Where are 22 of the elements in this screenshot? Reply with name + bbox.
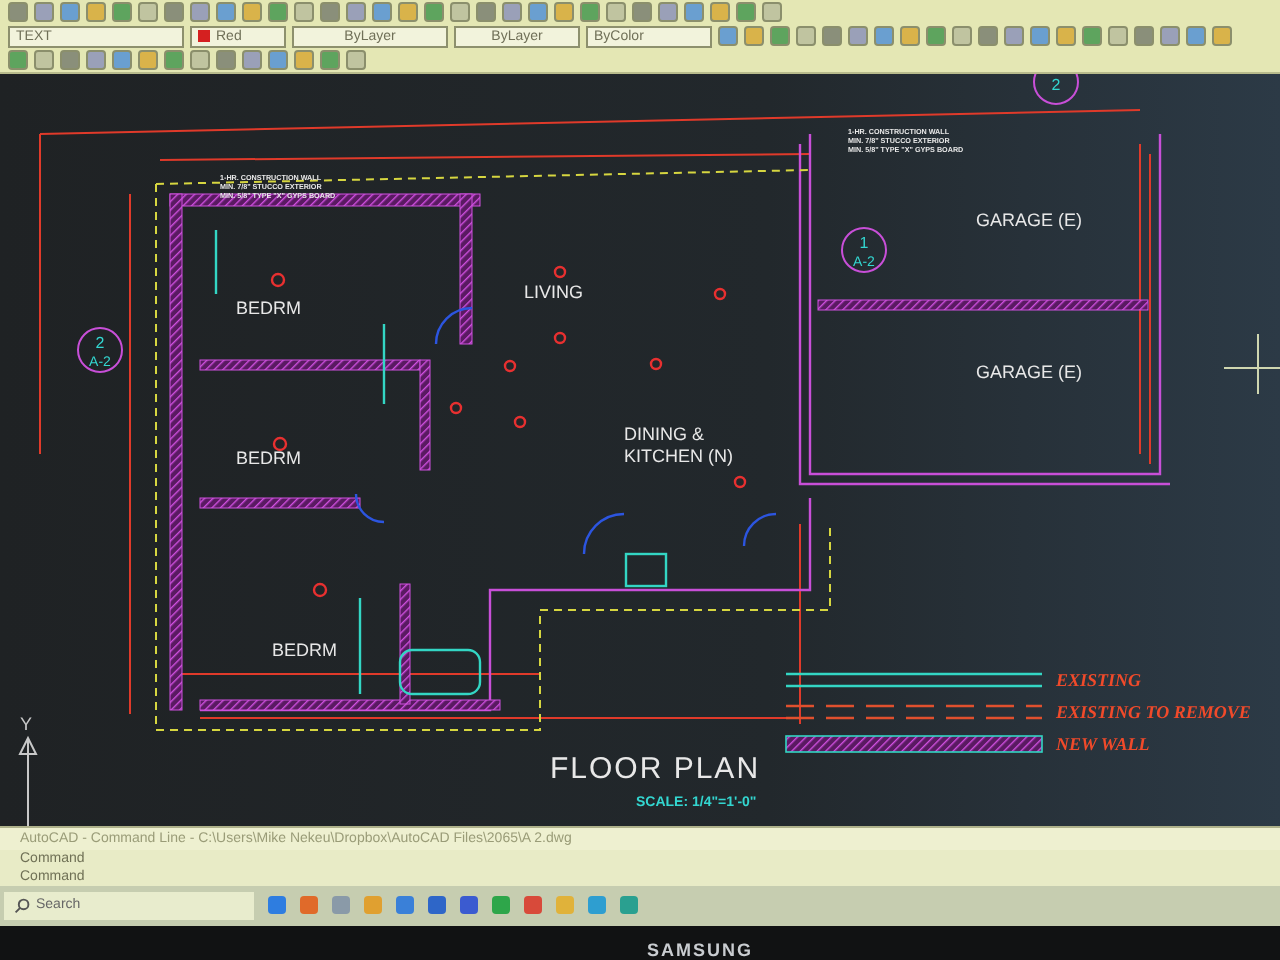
room-label: BEDRM <box>236 448 302 468</box>
monitor-brand-logo: SAMSUNG <box>644 940 753 960</box>
section-number: 1 <box>859 234 869 252</box>
legend-label: EXISTING TO REMOVE <box>1056 702 1251 722</box>
legend-label: EXISTING <box>1056 670 1142 690</box>
room-label: GARAGE (E) <box>976 210 1083 230</box>
drawing-title: FLOOR PLAN <box>550 752 761 786</box>
section-marker-circle <box>841 227 887 273</box>
crosshair-cursor-icon <box>1223 333 1280 395</box>
ucs-axis-arrow-icon <box>18 735 38 826</box>
room-label: DINING & <box>624 424 705 444</box>
section-marker-circle <box>77 327 123 373</box>
room-label: LIVING <box>524 282 584 302</box>
color-swatch-icon <box>198 30 210 42</box>
axis-label: Y <box>20 714 33 734</box>
section-number: 2 <box>95 334 105 352</box>
room-label: KITCHEN (N) <box>624 446 733 466</box>
room-label: BEDRM <box>272 640 338 660</box>
legend-label: NEW WALL <box>1056 734 1150 754</box>
room-label: GARAGE (E) <box>976 362 1083 382</box>
room-label: BEDRM <box>236 298 302 318</box>
section-number: 2 <box>1051 76 1061 94</box>
